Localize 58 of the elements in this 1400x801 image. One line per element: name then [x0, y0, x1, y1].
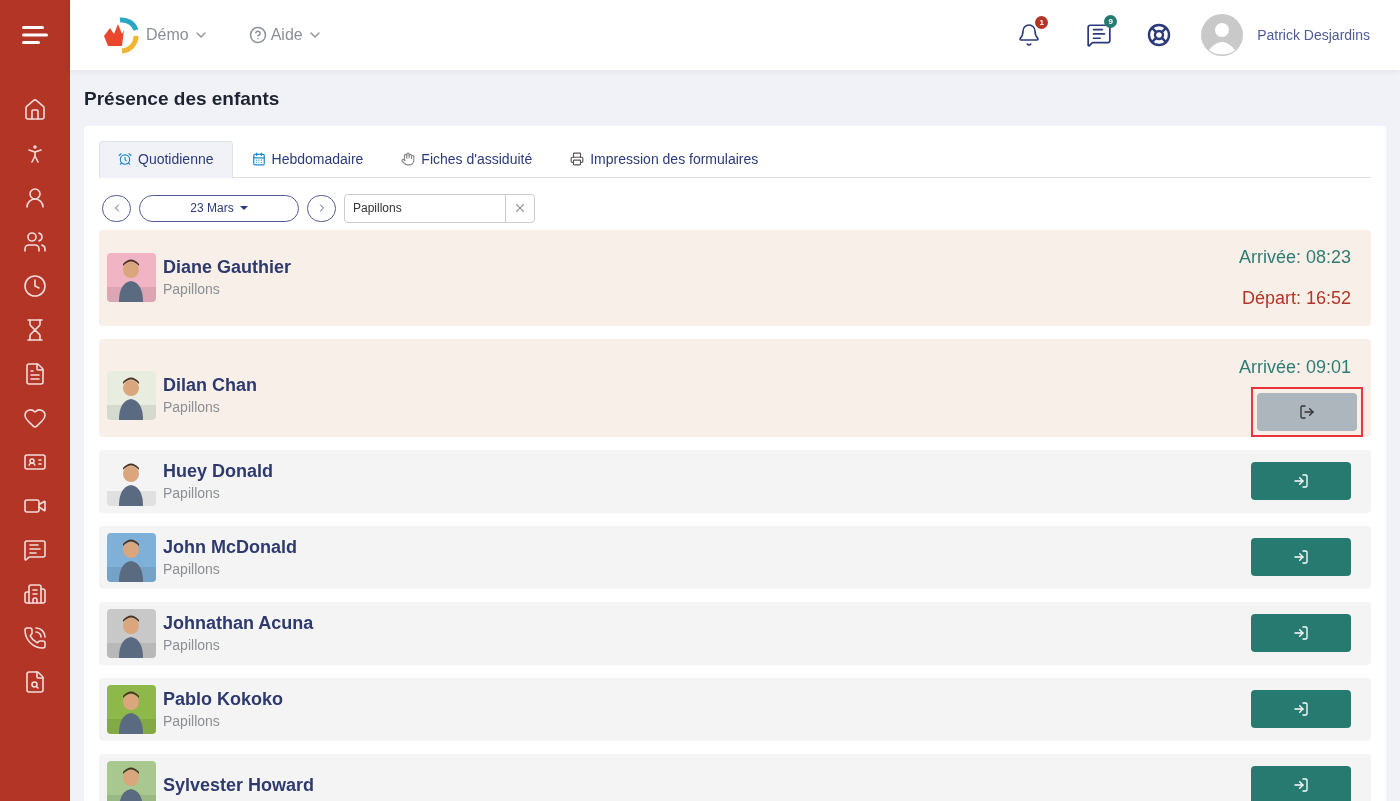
building-icon[interactable]	[23, 582, 47, 606]
tab[interactable]: Fiches d'assiduité	[382, 140, 552, 178]
group-name: Papillons	[163, 280, 221, 299]
enter-icon	[1293, 701, 1309, 717]
caret-icon	[239, 206, 248, 210]
message-badge: 9	[1104, 15, 1118, 28]
tab[interactable]: Impression des formulaires	[551, 140, 778, 178]
checkout-button[interactable]	[1257, 392, 1357, 431]
child-name[interactable]: Pablo Kokoko	[163, 686, 283, 711]
user-name[interactable]: Patrick Desjardins	[1257, 24, 1370, 46]
child-name[interactable]: John McDonald	[163, 534, 297, 559]
person-icon[interactable]	[23, 186, 47, 210]
child-name[interactable]: Sylvester Howard	[163, 773, 315, 797]
checkin-button[interactable]	[1251, 462, 1351, 500]
enter-icon	[1293, 473, 1309, 489]
tab[interactable]: Quotidienne	[99, 140, 233, 178]
home-icon[interactable]	[23, 98, 47, 122]
chat-icon[interactable]	[1086, 22, 1113, 48]
heart-icon[interactable]	[23, 406, 47, 430]
clock-icon[interactable]	[23, 274, 47, 298]
enter-icon	[1293, 625, 1309, 641]
checkin-button[interactable]	[1251, 766, 1351, 801]
help-icon	[248, 26, 267, 44]
departure-time: Départ: 16:52	[1241, 286, 1351, 310]
page-title: Présence des enfants	[84, 87, 281, 111]
alarm-clock-icon	[118, 152, 132, 166]
group-filter-field[interactable]: Papillons	[344, 193, 535, 223]
menu-icon[interactable]	[22, 25, 48, 45]
close-icon	[513, 201, 527, 215]
arrival-time: Arrivée: 08:23	[1238, 245, 1351, 269]
child-name[interactable]: Dilan Chan	[163, 372, 257, 397]
lifebuoy-icon[interactable]	[1147, 23, 1172, 47]
enter-icon	[1293, 777, 1309, 793]
group-name: Papillons	[163, 397, 221, 417]
group-filter-input[interactable]: Papillons	[345, 194, 505, 222]
people-icon[interactable]	[23, 230, 47, 254]
checkin-button[interactable]	[1251, 538, 1351, 576]
calendar-icon	[251, 152, 266, 166]
printer-icon	[570, 152, 585, 166]
group-name: Papillons	[163, 559, 221, 579]
group-name: Papillons	[163, 711, 221, 731]
checkin-button[interactable]	[1251, 690, 1351, 728]
arrival-time: Arrivée: 09:01	[1238, 355, 1351, 379]
exit-icon	[1299, 403, 1315, 420]
phone-icon[interactable]	[23, 626, 47, 650]
child-name[interactable]: Diane Gauthier	[163, 255, 292, 279]
group-name: Papillons	[163, 483, 221, 503]
child-name[interactable]: Huey Donald	[163, 458, 273, 483]
checkin-button[interactable]	[1251, 614, 1351, 652]
group-name: Papillons	[163, 635, 221, 655]
bell-icon[interactable]	[1017, 23, 1042, 47]
child-name[interactable]: Johnathan Acuna	[163, 610, 314, 635]
report-icon[interactable]	[23, 670, 47, 694]
notification-badge: 1	[1035, 16, 1049, 29]
document-icon[interactable]	[23, 362, 47, 386]
tab[interactable]: Hebdomadaire	[232, 140, 383, 178]
enter-icon	[1293, 549, 1309, 565]
hand-icon	[401, 152, 416, 166]
